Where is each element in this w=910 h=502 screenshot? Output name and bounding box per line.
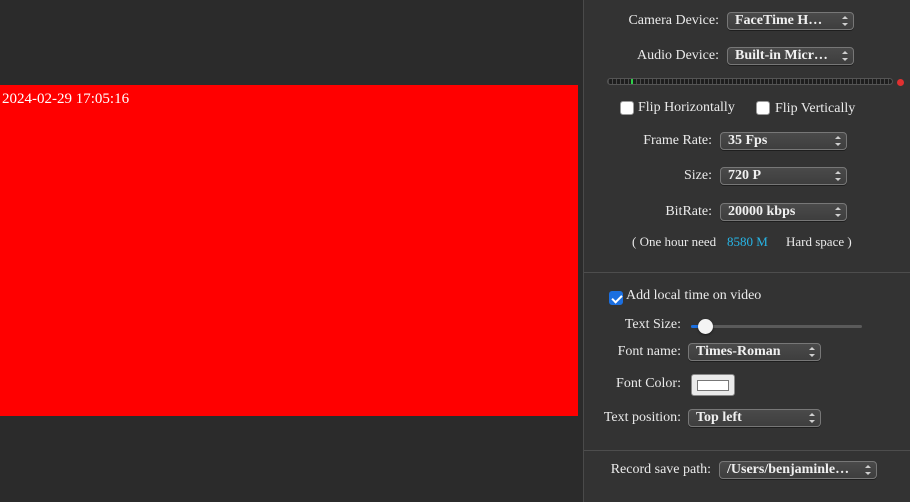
text-size-slider-thumb[interactable] — [698, 319, 713, 334]
font-color-swatch — [697, 380, 729, 391]
record-save-path-select[interactable]: /Users/benjaminle… — [719, 461, 877, 479]
camera-device-select[interactable]: FaceTime H… — [727, 12, 854, 30]
select-arrows-icon — [808, 345, 816, 359]
flip-horizontal-checkbox[interactable] — [620, 101, 634, 115]
camera-device-value: FaceTime H… — [735, 13, 823, 28]
audio-device-select[interactable]: Built-in Micr… — [727, 47, 854, 65]
frame-rate-label: Frame Rate: — [643, 133, 712, 148]
bitrate-label: BitRate: — [665, 204, 712, 219]
storage-estimate-prefix: ( One hour need — [632, 234, 717, 249]
font-name-value: Times-Roman — [696, 344, 781, 359]
audio-device-value: Built-in Micr… — [735, 48, 828, 63]
select-arrows-icon — [834, 169, 842, 183]
record-save-path-value: /Users/benjaminle… — [727, 462, 850, 477]
size-select[interactable]: 720 P — [720, 167, 847, 185]
frame-rate-select[interactable]: 35 Fps — [720, 132, 847, 150]
bitrate-value: 20000 kbps — [728, 204, 796, 219]
text-position-select[interactable]: Top left — [688, 409, 821, 427]
font-color-label: Font Color: — [616, 376, 681, 391]
section-divider — [584, 272, 910, 273]
add-local-time-checkbox[interactable] — [609, 291, 623, 305]
select-arrows-icon — [808, 411, 816, 425]
settings-panel: Camera Device: FaceTime H… Audio Device:… — [583, 0, 910, 502]
camera-device-label: Camera Device: — [628, 13, 719, 28]
select-arrows-icon — [841, 49, 849, 63]
timestamp-overlay: 2024-02-29 17:05:16 — [2, 91, 130, 107]
text-size-label: Text Size: — [624, 317, 681, 332]
select-arrows-icon — [834, 205, 842, 219]
size-value: 720 P — [728, 168, 762, 183]
select-arrows-icon — [834, 134, 842, 148]
section-divider — [584, 450, 910, 451]
flip-horizontal-label[interactable]: Flip Horizontally — [638, 100, 735, 116]
video-preview: 2024-02-29 17:05:16 — [0, 85, 578, 416]
storage-estimate-suffix: Hard space ) — [786, 234, 852, 249]
audio-level-meter — [607, 78, 893, 85]
flip-vertical-checkbox[interactable] — [756, 101, 770, 115]
select-arrows-icon — [841, 14, 849, 28]
font-color-well[interactable] — [691, 374, 735, 396]
peak-indicator-icon — [897, 79, 904, 86]
select-arrows-icon — [864, 463, 872, 477]
font-name-label: Font name: — [617, 344, 681, 359]
audio-level-indicator — [631, 79, 633, 84]
text-size-slider[interactable] — [691, 325, 862, 328]
storage-estimate-amount: 8580 M — [727, 234, 768, 249]
frame-rate-value: 35 Fps — [728, 133, 768, 148]
text-position-value: Top left — [696, 410, 742, 425]
add-local-time-label[interactable]: Add local time on video — [626, 288, 761, 304]
video-preview-area: 2024-02-29 17:05:16 — [0, 0, 583, 502]
text-position-label: Text position: — [603, 410, 681, 425]
audio-device-label: Audio Device: — [636, 48, 719, 63]
size-label: Size: — [684, 168, 712, 183]
font-name-select[interactable]: Times-Roman — [688, 343, 821, 361]
record-save-path-label: Record save path: — [610, 462, 711, 477]
flip-vertical-label[interactable]: Flip Vertically — [775, 101, 855, 117]
bitrate-select[interactable]: 20000 kbps — [720, 203, 847, 221]
meter-ticks — [608, 79, 892, 84]
